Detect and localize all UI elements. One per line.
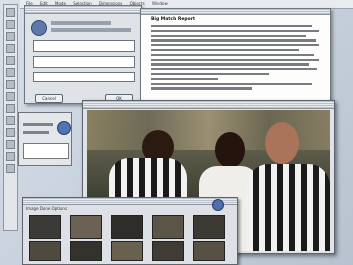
cancel-button[interactable]: Cancel [35,94,63,103]
stamp-tool-icon[interactable] [6,164,15,173]
eraser-tool-icon[interactable] [6,68,15,77]
thumbnail[interactable] [111,241,143,261]
thumbnail[interactable] [152,215,184,239]
panel-label [23,131,49,134]
thumbnail[interactable] [152,241,184,261]
player-head [215,132,245,168]
lasso-tool-icon[interactable] [6,20,15,29]
pen-tool-icon[interactable] [6,116,15,125]
globe-icon [212,199,224,211]
player-head [265,122,299,164]
hand-tool-icon[interactable] [6,104,15,113]
text-document-window: Big Match Report [140,8,331,107]
thumbnail[interactable] [70,215,102,239]
menu-window[interactable]: Window [152,1,168,6]
browser-title-bar[interactable] [23,198,237,205]
dialog-input[interactable] [33,72,135,82]
thumbnail[interactable] [29,241,61,261]
info-panel [18,112,72,166]
text-tool-icon[interactable] [6,44,15,53]
player-jersey [247,164,330,251]
dialog-label [51,21,111,25]
dialog-input[interactable] [33,40,135,52]
globe-icon [31,20,47,36]
zoom-tool-icon[interactable] [6,92,15,101]
document-body[interactable] [151,25,319,92]
panel-label [23,123,53,126]
thumbnail[interactable] [111,215,143,239]
document-heading: Big Match Report [151,17,196,22]
eyedropper-tool-icon[interactable] [6,128,15,137]
tool-palette [3,4,18,231]
gradient-tool-icon[interactable] [6,152,15,161]
document-title-bar[interactable] [141,9,330,15]
panel-preview [23,143,69,159]
dialog-label [51,28,131,32]
fill-tool-icon[interactable] [6,80,15,89]
crop-tool-icon[interactable] [6,56,15,65]
settings-dialog: Cancel OK [24,5,142,104]
browser-toolbar[interactable]: Image Done Options [26,206,67,212]
thumbnail[interactable] [193,215,225,239]
thumbnail[interactable] [29,215,61,239]
thumbnail[interactable] [193,241,225,261]
dialog-input[interactable] [33,56,135,68]
thumbnail-browser: Image Done Options [22,197,238,265]
brush-tool-icon[interactable] [6,32,15,41]
shape-tool-icon[interactable] [6,140,15,149]
select-tool-icon[interactable] [6,8,15,17]
thumbnail[interactable] [70,241,102,261]
dialog-title-bar[interactable] [25,6,141,14]
photo-title-bar[interactable] [83,101,334,109]
globe-icon [57,121,71,135]
